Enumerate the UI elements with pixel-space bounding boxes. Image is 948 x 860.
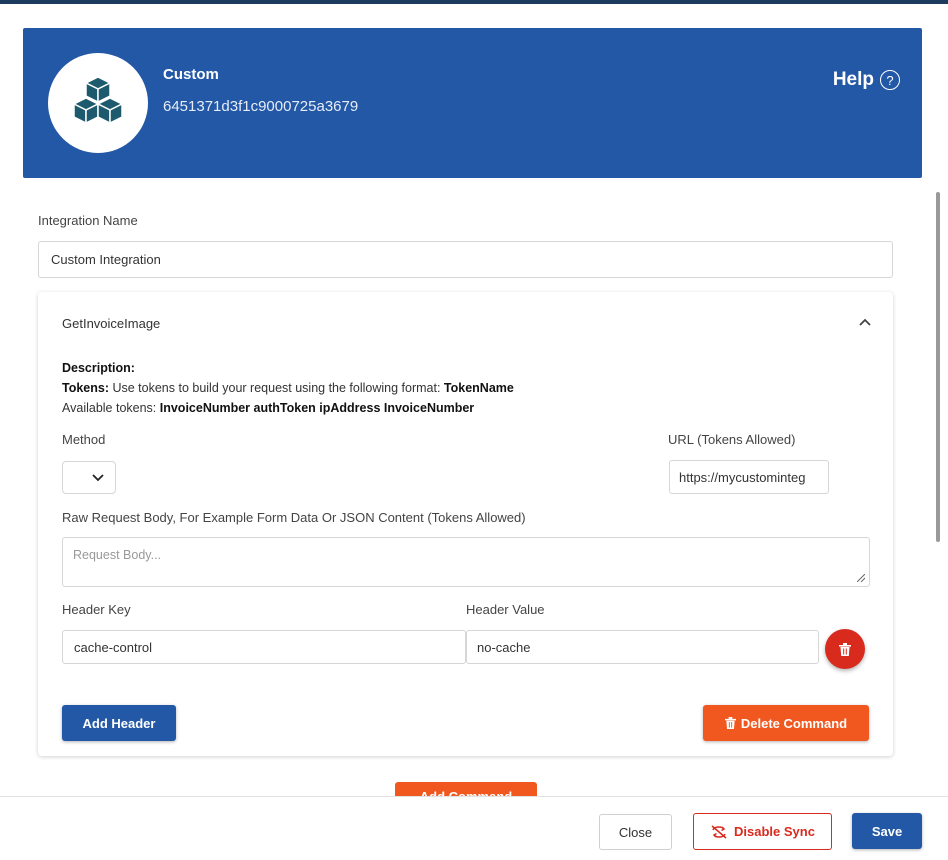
delete-command-label: Delete Command xyxy=(740,715,848,731)
description-label: Description: xyxy=(62,361,135,375)
command-title: GetInvoiceImage xyxy=(62,316,161,331)
disable-sync-label: Disable Sync xyxy=(734,824,815,839)
disable-sync-button[interactable]: Disable Sync xyxy=(693,813,832,850)
trash-icon xyxy=(839,642,851,656)
available-tokens: InvoiceNumber authToken ipAddress Invoic… xyxy=(159,401,475,415)
scrollbar[interactable] xyxy=(936,192,940,542)
add-header-label: Add Header xyxy=(82,715,156,731)
request-body-placeholder: Request Body... xyxy=(73,548,162,562)
app-id: 6451371d3f1c9000725a3679 xyxy=(163,98,359,115)
close-button[interactable]: Close xyxy=(599,814,672,850)
method-label: Method xyxy=(62,432,106,447)
tokens-format: TokenName xyxy=(443,381,514,395)
save-button[interactable]: Save xyxy=(852,813,922,849)
integration-header: Custom 6451371d3f1c9000725a3679 Help ? xyxy=(23,28,922,178)
sync-disabled-icon xyxy=(711,824,727,839)
integration-logo xyxy=(48,53,148,153)
command-description: Description: Tokens: Use tokens to build… xyxy=(62,358,514,418)
method-select[interactable] xyxy=(62,461,116,494)
request-body-textarea[interactable]: Request Body... xyxy=(62,537,870,587)
body-label: Raw Request Body, For Example Form Data … xyxy=(62,510,526,525)
chevron-up-icon[interactable] xyxy=(857,314,873,330)
close-label: Close xyxy=(618,824,653,840)
header-key-label: Header Key xyxy=(62,602,131,617)
trash-icon xyxy=(724,717,736,729)
delete-header-button[interactable] xyxy=(825,629,865,669)
integration-name-input[interactable]: Custom Integration xyxy=(38,241,893,278)
add-header-button[interactable]: Add Header xyxy=(62,705,176,741)
url-input[interactable]: https://mycustominteg xyxy=(669,460,829,494)
tokens-text: Use tokens to build your request using t… xyxy=(109,381,444,395)
save-label: Save xyxy=(871,823,903,839)
chevron-down-icon xyxy=(92,473,104,481)
top-border xyxy=(0,0,948,4)
question-circle-icon: ? xyxy=(880,70,900,90)
header-value-input[interactable]: no-cache xyxy=(466,630,819,664)
header-value-label: Header Value xyxy=(466,602,545,617)
help-link[interactable]: Help ? xyxy=(833,69,900,91)
integration-name-label: Integration Name xyxy=(38,213,138,228)
app-name: Custom xyxy=(163,66,219,83)
url-label: URL (Tokens Allowed) xyxy=(668,432,796,447)
delete-command-button[interactable]: Delete Command xyxy=(703,705,869,741)
header-key-input[interactable]: cache-control xyxy=(62,630,466,664)
dialog-footer: Close Disable Sync Save xyxy=(0,796,948,860)
help-label: Help xyxy=(832,69,874,90)
cubes-icon xyxy=(73,76,123,124)
tokens-label: Tokens: xyxy=(62,381,109,395)
available-tokens-label: Available tokens: xyxy=(62,401,160,415)
resize-grip-icon[interactable] xyxy=(857,574,865,582)
command-card: GetInvoiceImage Description: Tokens: Use… xyxy=(38,292,893,756)
